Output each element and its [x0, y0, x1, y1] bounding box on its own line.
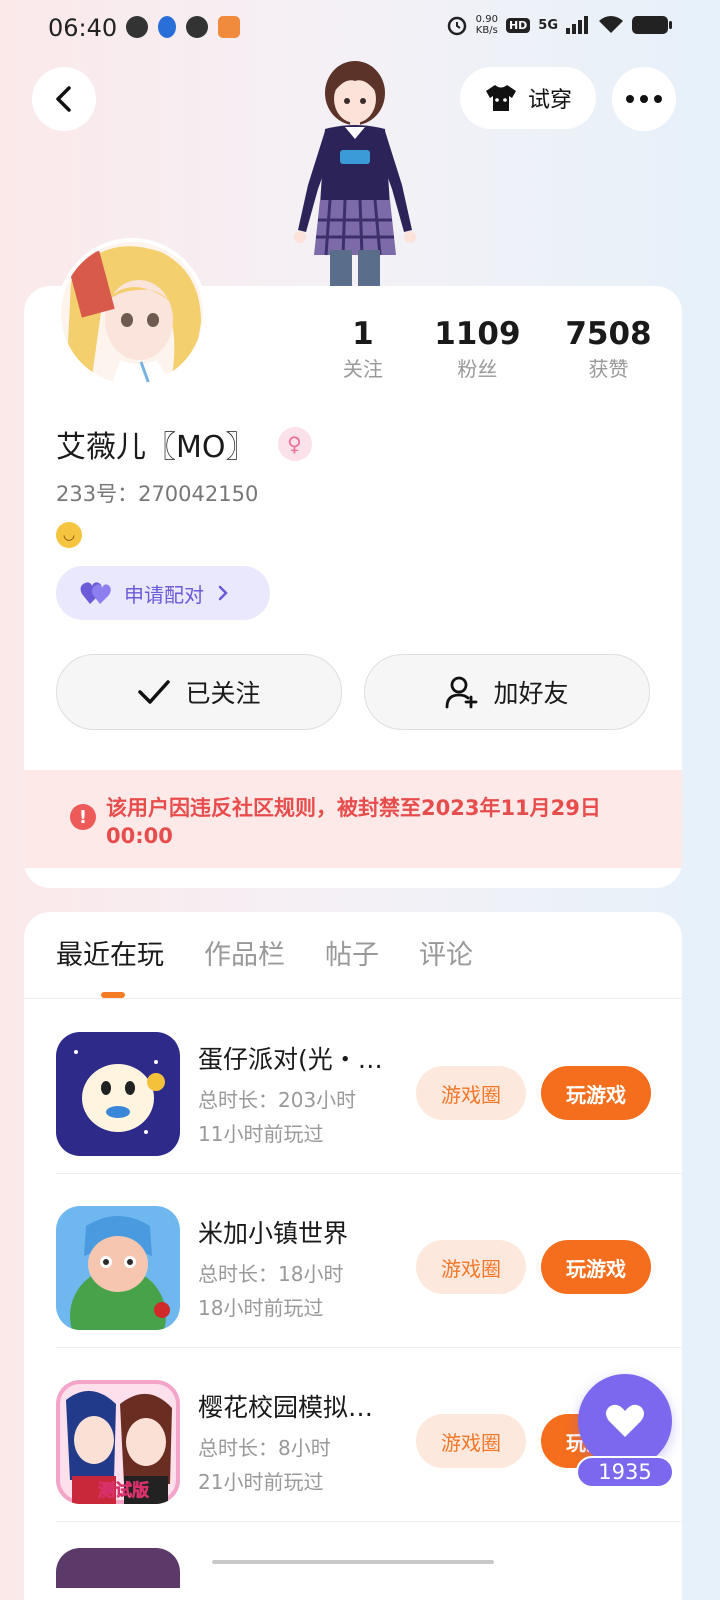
tab-posts[interactable]: 帖子: [325, 936, 379, 976]
profile-stats: 1 关注 1109 粉丝 7508 获赞: [314, 314, 674, 384]
heart-icon: [606, 1404, 644, 1437]
warning-icon: !: [70, 804, 96, 830]
game-last-played: 21小时前玩过: [198, 1470, 324, 1494]
game-circle-button[interactable]: 游戏圈: [416, 1240, 526, 1294]
stat-likes-label: 获赞: [588, 357, 629, 381]
play-game-button[interactable]: 玩游戏: [541, 1240, 651, 1294]
status-emoji-icon: ◡: [56, 522, 82, 548]
stat-following-value: 1: [352, 316, 374, 352]
more-dots-icon: [626, 95, 662, 103]
ban-notice: ! 该用户因违反社区规则，被封禁至2023年11月29日 00:00: [24, 770, 682, 868]
character-avatar[interactable]: [270, 55, 440, 290]
test-version-badge: 测试版: [98, 1481, 150, 1502]
game-row-partial[interactable]: [56, 1548, 180, 1588]
request-pairing-label: 申请配对: [124, 582, 204, 607]
baidu-icon: [158, 16, 176, 38]
chevron-left-icon: [56, 86, 71, 112]
tab-comments[interactable]: 评论: [419, 936, 473, 976]
stat-fans-value: 1109: [434, 316, 521, 352]
game-row[interactable]: 米加小镇世界 总时长：18小时 18小时前玩过 游戏圈 玩游戏: [56, 1174, 682, 1348]
tab-recently-played[interactable]: 最近在玩: [56, 936, 164, 976]
content-card: 最近在玩 作品栏 帖子 评论 蛋仔派对(光・… 总时长：203小时 11小时前玩…: [24, 912, 682, 1600]
avatar-image: [61, 242, 203, 384]
notification-icons: [126, 16, 240, 38]
female-gender-icon: ♀: [277, 427, 312, 461]
wifi-icon: [599, 16, 623, 33]
home-indicator[interactable]: [212, 1560, 494, 1564]
ban-notice-text: 该用户因违反社区规则，被封禁至2023年11月29日 00:00: [106, 796, 601, 848]
stat-likes-value: 7508: [565, 316, 652, 352]
status-bar: 06:40 0.90 KB/s HD 5G: [0, 0, 720, 56]
tab-works[interactable]: 作品栏: [204, 936, 285, 976]
status-time: 06:40: [48, 14, 118, 42]
followed-label: 已关注: [185, 679, 261, 708]
tshirt-icon: [485, 85, 516, 111]
add-friend-label: 加好友: [493, 679, 569, 708]
game-row[interactable]: 蛋仔派对(光・… 总时长：203小时 11小时前玩过 游戏圈 玩游戏: [56, 1000, 682, 1174]
add-user-icon: [446, 676, 478, 709]
battery-icon: [632, 16, 672, 34]
net-speed-unit: KB/s: [475, 25, 498, 36]
stat-following-label: 关注: [342, 357, 383, 381]
hd-badge: HD: [505, 17, 531, 33]
status-right: 0.90 KB/s HD 5G: [446, 14, 672, 36]
game-circle-button[interactable]: 游戏圈: [416, 1414, 526, 1468]
stat-fans-label: 粉丝: [457, 357, 498, 381]
more-options-button[interactable]: [612, 67, 676, 131]
message-icon: [186, 16, 208, 38]
back-button[interactable]: [32, 67, 96, 131]
user-id: 233号：270042150: [56, 482, 259, 506]
try-on-button[interactable]: 试穿: [460, 67, 596, 129]
try-on-label: 试穿: [527, 88, 572, 113]
game-name: 蛋仔派对(光・…: [198, 1045, 383, 1074]
network-type: 5G: [538, 17, 558, 33]
action-row: 已关注 加好友: [56, 654, 650, 730]
game-last-played: 11小时前玩过: [198, 1122, 324, 1146]
app-notification-icon: [218, 16, 240, 38]
game-icon-eggy-party: [56, 1032, 180, 1156]
followed-button[interactable]: 已关注: [56, 654, 342, 730]
wechat-icon: [126, 16, 148, 38]
stat-fans[interactable]: 1109 粉丝: [412, 314, 543, 384]
tabs-divider: [24, 998, 682, 999]
stat-likes[interactable]: 7508 获赞: [543, 314, 674, 384]
like-button[interactable]: [578, 1374, 672, 1468]
chevron-right-icon: [218, 585, 228, 601]
game-circle-button[interactable]: 游戏圈: [416, 1066, 526, 1120]
net-speed: 0.90 KB/s: [476, 14, 498, 36]
game-total-time: 总时长：8小时: [198, 1436, 331, 1460]
game-total-time: 总时长：18小时: [198, 1262, 344, 1286]
alarm-icon: [447, 16, 466, 36]
row-divider: [56, 1521, 682, 1522]
avatar[interactable]: [57, 238, 207, 388]
play-game-button[interactable]: 玩游戏: [541, 1066, 651, 1120]
net-speed-value: 0.90: [475, 14, 498, 25]
like-count: 1935: [576, 1456, 674, 1488]
game-name: 樱花校园模拟…: [198, 1393, 374, 1422]
checkmark-icon: [138, 680, 171, 704]
game-icon-miga-town: [56, 1206, 180, 1330]
add-friend-button[interactable]: 加好友: [364, 654, 650, 730]
game-last-played: 18小时前玩过: [198, 1296, 324, 1320]
game-total-time: 总时长：203小时: [198, 1088, 357, 1112]
game-name: 米加小镇世界: [198, 1219, 349, 1248]
game-icon-sakura-school: 测试版: [56, 1380, 180, 1504]
name-row: 艾薇儿〖MO〗 ♀: [56, 422, 312, 466]
signal-icon: [566, 16, 588, 34]
profile-tabs: 最近在玩 作品栏 帖子 评论: [56, 936, 473, 976]
double-heart-icon: [80, 582, 111, 604]
stat-following[interactable]: 1 关注: [314, 314, 412, 384]
username: 艾薇儿〖MO〗: [56, 430, 256, 465]
request-pairing-button[interactable]: 申请配对: [56, 566, 270, 620]
